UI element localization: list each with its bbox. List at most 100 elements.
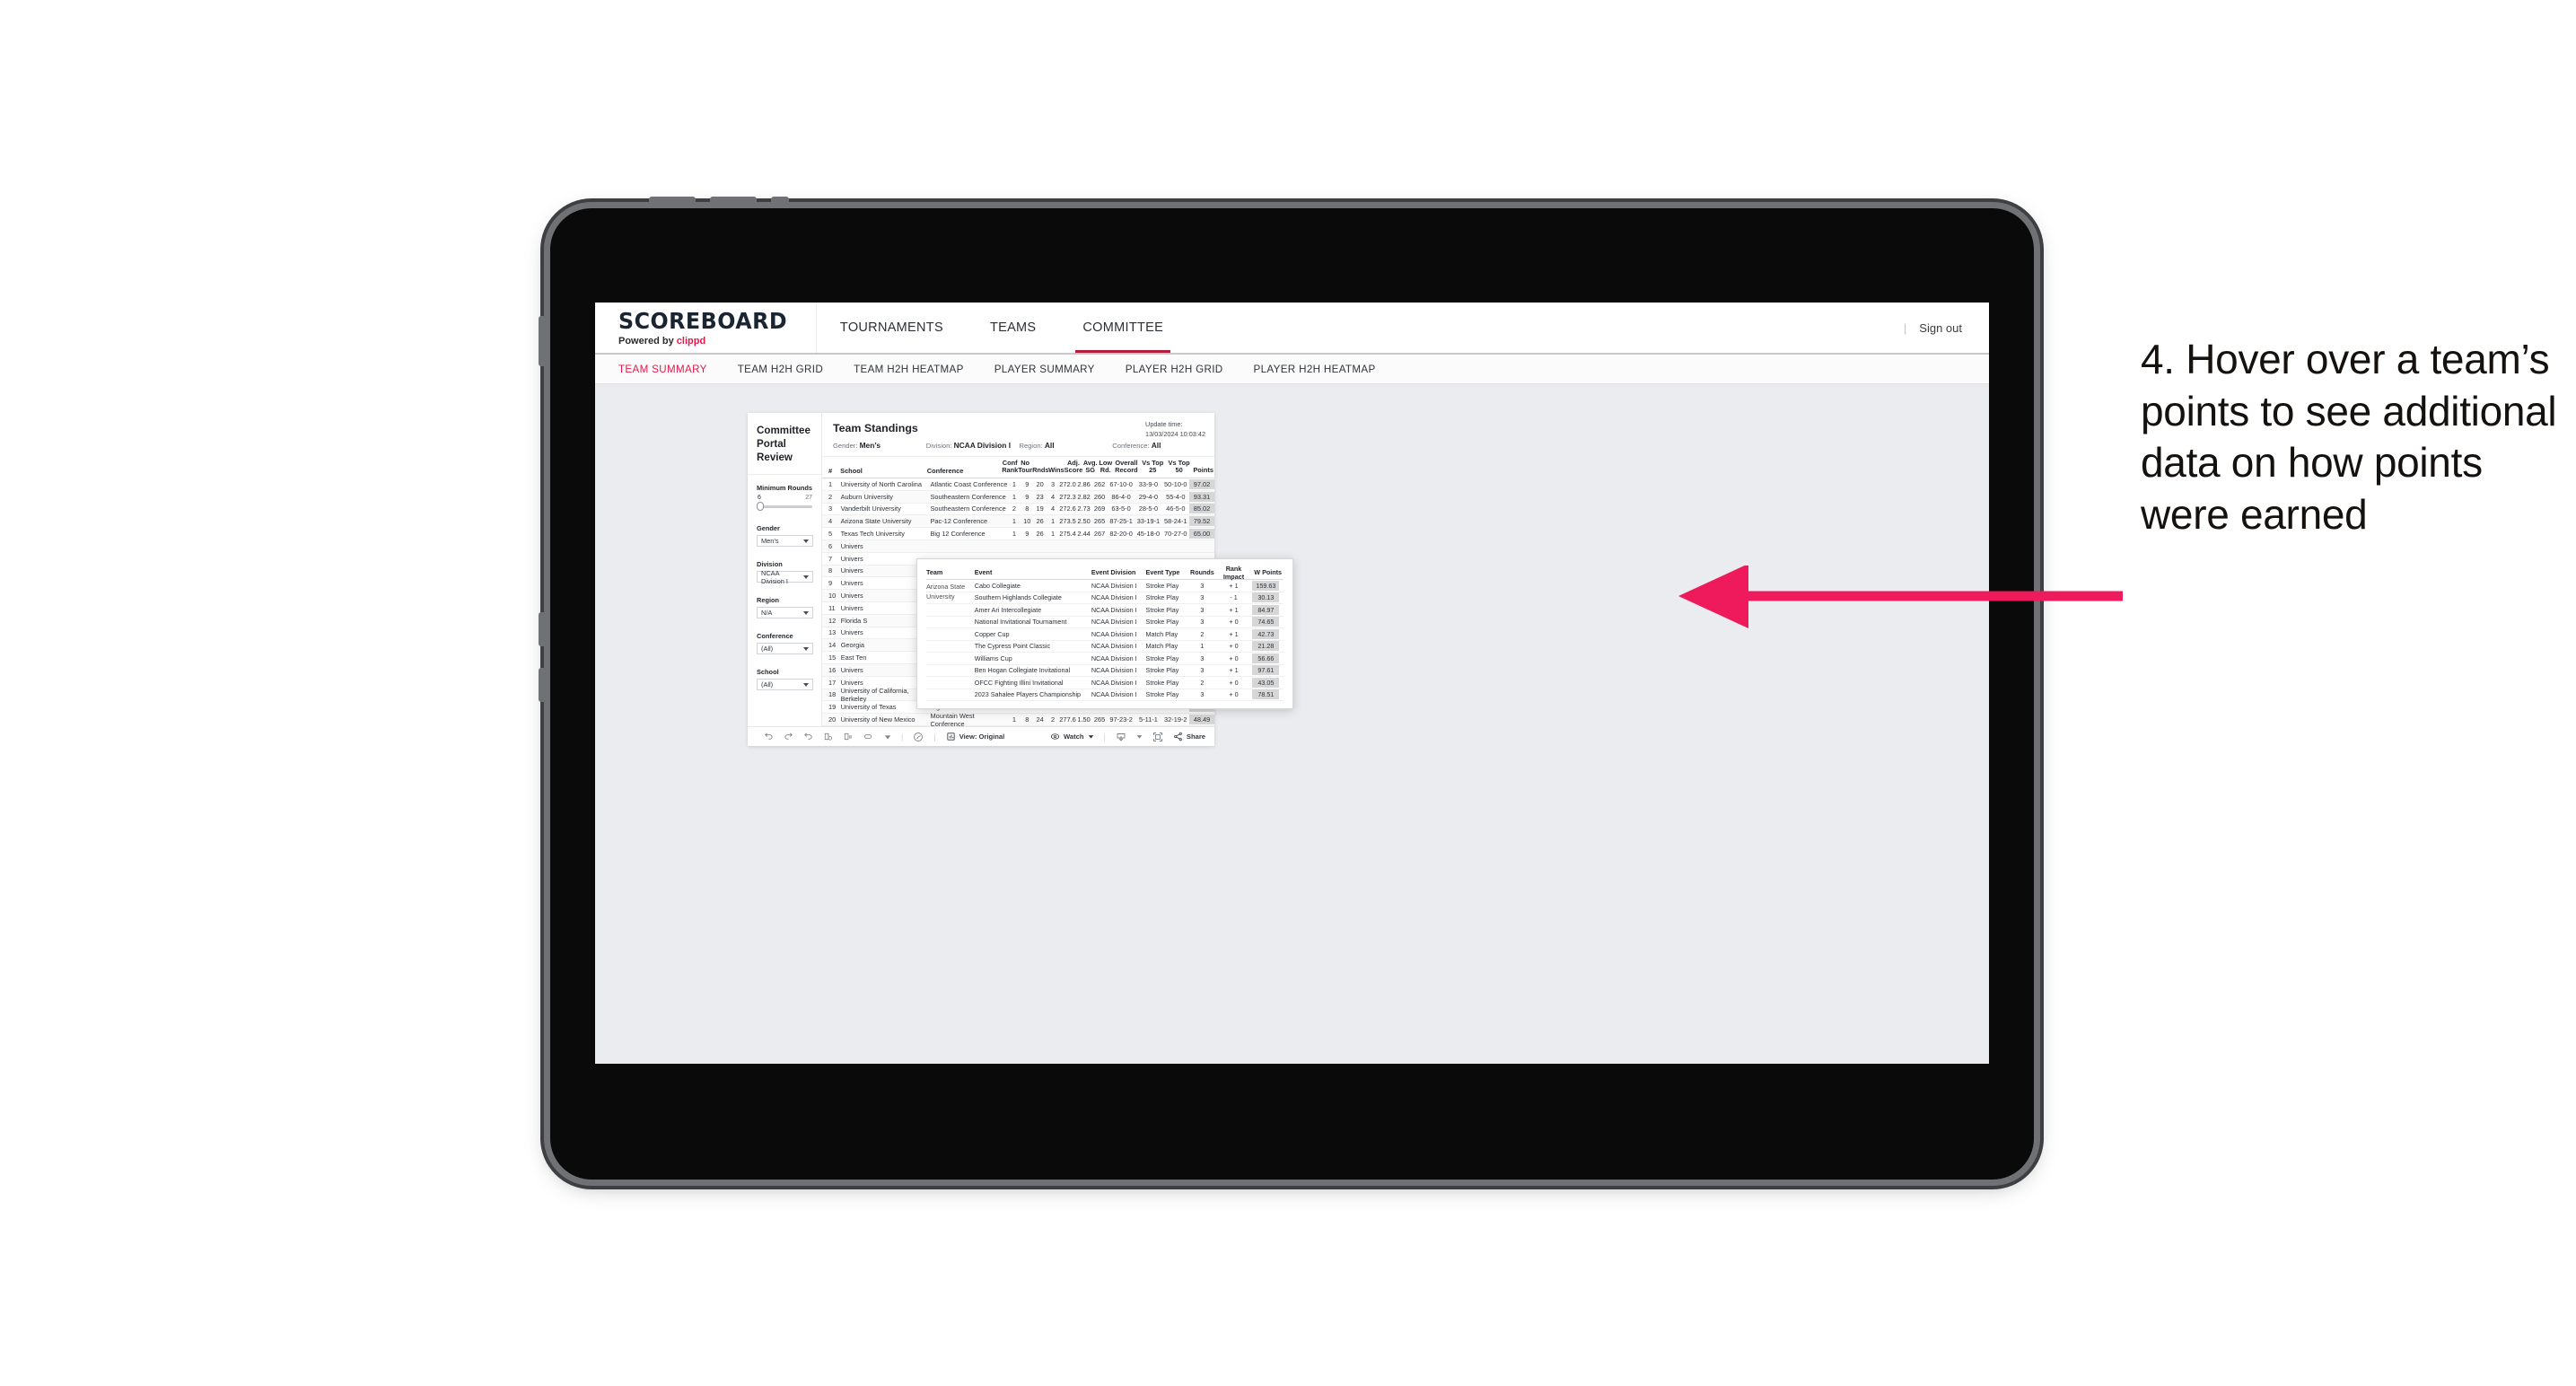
pace-icon[interactable] xyxy=(913,732,924,742)
download-icon[interactable] xyxy=(1116,732,1126,742)
tooltip-cell-event-division: NCAA Division I xyxy=(1091,629,1137,638)
revert-icon[interactable] xyxy=(803,732,813,741)
tooltip-cell-event-division: NCAA Division I xyxy=(1091,654,1137,662)
column-header-vs_top_25[interactable]: Vs Top 25 xyxy=(1140,459,1166,475)
nav-item-tournaments[interactable]: TOURNAMENTS xyxy=(817,303,967,353)
tooltip-w-points-value: 159.63 xyxy=(1252,580,1280,591)
points-value[interactable]: 79.52 xyxy=(1188,516,1214,527)
filter-sidebar: Committee Portal Review Minimum Rounds 6… xyxy=(748,413,822,726)
table-row[interactable]: 6 Univers xyxy=(822,539,1214,553)
cell-conference: Southeastern Conference xyxy=(930,504,1006,513)
share-button[interactable]: Share xyxy=(1173,732,1205,741)
cell-conf_rank: 1 xyxy=(1012,530,1016,539)
cell-points[interactable]: 85.02 xyxy=(1188,504,1214,514)
cell-avg_sg: 2.82 xyxy=(1077,492,1091,501)
column-header-overall_record[interactable]: Overall Record xyxy=(1113,459,1139,475)
cell-points[interactable]: 48.49 xyxy=(1188,715,1214,725)
cell-points[interactable]: 93.31 xyxy=(1188,491,1214,502)
points-value[interactable]: 97.02 xyxy=(1188,478,1214,489)
points-breakdown-tooltip: Arizona State University Team Event Even… xyxy=(916,558,1293,709)
cell-overall_record: 82-20-0 xyxy=(1109,530,1133,539)
cell-conference: Pac-12 Conference xyxy=(930,517,988,526)
points-value[interactable]: 85.02 xyxy=(1188,504,1214,514)
column-header-no_tour[interactable]: No Tour xyxy=(1018,459,1032,475)
view-original-button[interactable]: View: Original xyxy=(946,732,1005,741)
slider-handle[interactable] xyxy=(757,502,764,512)
cell-wins: 4 xyxy=(1050,492,1056,501)
points-value[interactable]: 93.31 xyxy=(1188,491,1214,502)
redo-icon[interactable] xyxy=(784,732,793,741)
filter-minimum-rounds: Minimum Rounds 6 27 xyxy=(757,484,813,512)
column-header-rank[interactable]: # xyxy=(828,467,840,475)
cell-rank: 8 xyxy=(828,566,833,575)
toolbar-right-group: Watch | Share xyxy=(1050,732,1205,742)
fullscreen-icon[interactable] xyxy=(1152,732,1163,742)
nav-item-committee[interactable]: COMMITTEE xyxy=(1059,303,1187,353)
tab-team-h2h-grid[interactable]: TEAM H2H GRID xyxy=(738,364,823,375)
column-header-points[interactable]: Points xyxy=(1192,467,1214,475)
minimum-rounds-slider[interactable] xyxy=(757,502,813,512)
tab-player-h2h-heatmap[interactable]: PLAYER H2H HEATMAP xyxy=(1254,364,1376,375)
gender-select[interactable]: Men’s xyxy=(757,535,813,548)
column-header-adj_score[interactable]: Adj. Score xyxy=(1065,459,1083,475)
tab-player-h2h-grid[interactable]: PLAYER H2H GRID xyxy=(1126,364,1223,375)
region-select[interactable]: N/A xyxy=(757,607,813,619)
watch-button[interactable]: Watch xyxy=(1050,732,1094,741)
column-header-wins[interactable]: Wins xyxy=(1048,467,1065,475)
app-header: SCOREBOARD Powered by clippd TOURNAMENTS… xyxy=(595,303,1989,355)
school-select[interactable]: (All) xyxy=(757,679,813,691)
nav-item-teams[interactable]: TEAMS xyxy=(967,303,1059,353)
signout-link[interactable]: Sign out xyxy=(1919,321,1962,335)
tab-player-summary[interactable]: PLAYER SUMMARY xyxy=(994,364,1095,375)
tooltip-cell-event: OFCC Fighting Illini Invitational xyxy=(974,678,1064,687)
tab-team-h2h-heatmap[interactable]: TEAM H2H HEATMAP xyxy=(854,364,964,375)
points-value[interactable]: 48.49 xyxy=(1188,715,1214,725)
tooltip-cell-w-points: 74.65 xyxy=(1252,617,1284,627)
tooltip-cell-event-division: NCAA Division I xyxy=(1091,678,1137,687)
update-time-label: Update time: xyxy=(1145,420,1183,428)
download-dropdown-icon[interactable] xyxy=(1136,733,1143,740)
table-row[interactable]: 20 University of New Mexico Mountain West … xyxy=(822,712,1214,726)
table-row[interactable]: 1 University of North Carolina Atlantic Co… xyxy=(822,478,1214,491)
tooltip-cell-event-type: Stroke Play xyxy=(1145,678,1179,687)
column-header-school[interactable]: School xyxy=(840,467,927,475)
device-button-top-2 xyxy=(710,197,757,205)
table-row[interactable]: 3 Vanderbilt University Southeastern Confe… xyxy=(822,504,1214,516)
column-header-conf_rank[interactable]: Conf Rank xyxy=(1002,459,1018,475)
table-row[interactable]: 2 Auburn University Southeastern Conferenc… xyxy=(822,490,1214,504)
column-header-conference[interactable]: Conference xyxy=(927,467,1002,475)
tooltip-row: National Invitational Tournament NCAA Div… xyxy=(926,617,1284,628)
conference-select[interactable]: (All) xyxy=(757,643,813,655)
slider-value-low: 6 xyxy=(758,495,761,502)
cell-points[interactable]: 79.52 xyxy=(1188,516,1214,527)
criteria-region-value: All xyxy=(1044,441,1055,450)
view-original-label: View: Original xyxy=(959,732,1005,741)
column-header-vs_top_50[interactable]: Vs Top 50 xyxy=(1166,459,1192,475)
points-value[interactable]: 65.00 xyxy=(1188,529,1214,539)
tab-team-summary[interactable]: TEAM SUMMARY xyxy=(618,364,707,375)
dashboard-canvas: Committee Portal Review Minimum Rounds 6… xyxy=(595,384,1989,1064)
column-header-low_rd[interactable]: Low Rd. xyxy=(1098,459,1113,475)
division-select[interactable]: NCAA Division I xyxy=(757,569,813,585)
viz-toolbar: | | View: Original Watch | Share xyxy=(748,726,1214,746)
column-header-avg_sg[interactable]: Avg. SG xyxy=(1082,459,1098,475)
highlight-icon[interactable] xyxy=(863,732,874,741)
cell-points[interactable]: 97.02 xyxy=(1188,478,1214,489)
cell-rank: 3 xyxy=(828,504,833,513)
toolbar-divider-2: | xyxy=(933,732,936,741)
refresh-data-icon[interactable] xyxy=(823,732,833,741)
cell-rank: 15 xyxy=(828,654,837,662)
cell-low_rd: 265 xyxy=(1093,715,1106,724)
table-row[interactable]: 5 Texas Tech University Big 12 Conference 1… xyxy=(822,528,1214,540)
tooltip-cell-rank-impact: + 1 xyxy=(1229,666,1239,675)
highlight-dropdown-icon[interactable] xyxy=(884,733,891,741)
cell-adj_score: 275.4 xyxy=(1059,530,1076,539)
pause-updates-icon[interactable] xyxy=(843,732,853,741)
undo-icon[interactable] xyxy=(764,732,774,741)
cell-rank: 6 xyxy=(828,541,833,550)
cell-points[interactable]: 65.00 xyxy=(1188,529,1214,539)
brand-logo[interactable]: SCOREBOARD Powered by clippd xyxy=(595,303,817,353)
column-header-rnds[interactable]: Rnds xyxy=(1032,467,1048,475)
table-row[interactable]: 4 Arizona State University Pac-12 Conferen… xyxy=(822,515,1214,529)
standings-header: Team Standings Gender: Men’s Division: N… xyxy=(822,413,1214,457)
